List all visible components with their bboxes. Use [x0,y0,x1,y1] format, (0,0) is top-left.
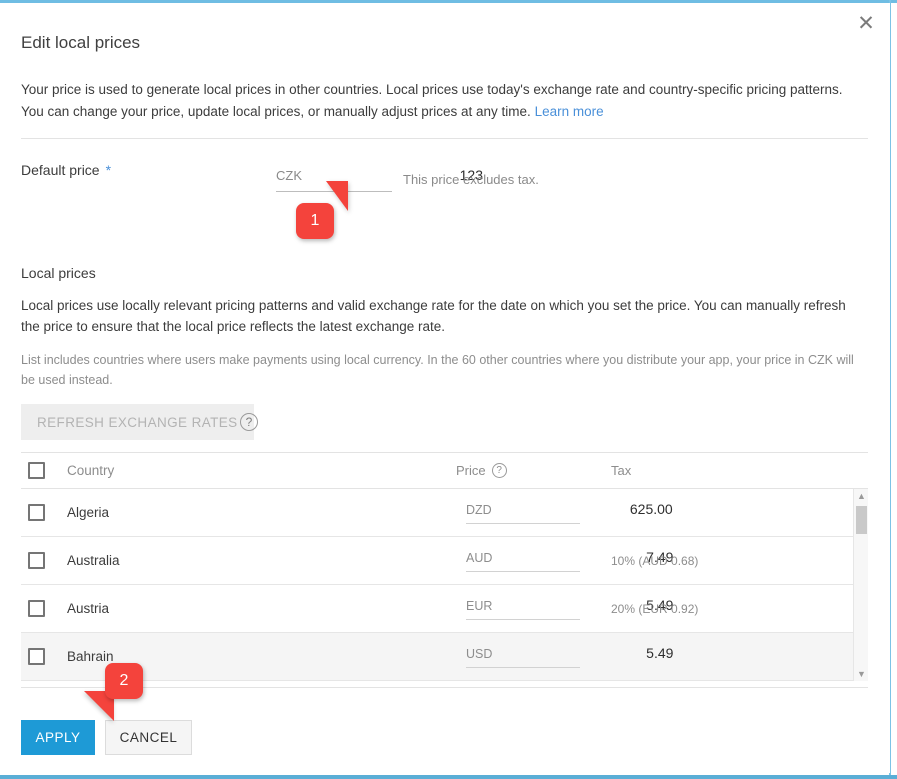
annotation-marker-1: 1 [296,203,334,239]
refresh-exchange-rates-button[interactable]: REFRESH EXCHANGE RATES [21,404,254,440]
row-price-cell: AUD [456,549,603,572]
row-checkbox[interactable] [28,648,45,665]
page-title: Edit local prices [21,33,140,53]
table-row[interactable]: Austria EUR 20% (EUR 0.92) [21,585,868,633]
row-country: Algeria [67,505,456,520]
local-prices-note: List includes countries where users make… [21,350,866,390]
dialog-description: Your price is used to generate local pri… [21,79,863,123]
row-price-input[interactable] [492,501,673,517]
row-country: Bahrain [67,649,456,664]
column-header-price-label: Price [456,463,486,478]
help-icon[interactable]: ? [240,413,258,431]
scroll-up-icon[interactable]: ▲ [856,490,867,502]
dialog-description-text: Your price is used to generate local pri… [21,82,843,119]
row-price-currency: DZD [466,503,492,517]
cancel-button[interactable]: CANCEL [105,720,192,755]
row-price-cell: DZD [456,501,603,524]
close-icon[interactable]: ✕ [852,9,880,37]
row-checkbox[interactable] [28,552,45,569]
default-price-label-text: Default price [21,162,100,178]
scroll-down-icon[interactable]: ▼ [856,668,867,680]
row-price-currency: AUD [466,551,492,565]
local-prices-title: Local prices [21,265,96,281]
local-prices-description: Local prices use locally relevant pricin… [21,295,866,337]
row-price-field[interactable]: DZD [466,501,580,524]
row-tax: 20% (EUR 0.92) [603,602,868,616]
default-price-label: Default price * [21,162,111,178]
divider [21,138,868,139]
row-price-cell: USD [456,645,603,668]
row-checkbox-cell [21,552,67,569]
row-price-currency: USD [466,647,492,661]
table-row[interactable]: Bahrain USD [21,633,868,681]
row-tax: 10% (AUD 0.68) [603,554,868,568]
edit-local-prices-dialog: ✕ Edit local prices Your price is used t… [0,3,890,773]
row-price-input[interactable] [492,645,673,661]
row-country: Australia [67,553,456,568]
table-header-row: Country Price ? Tax [21,452,868,489]
row-price-field[interactable]: EUR [466,597,580,620]
row-checkbox-cell [21,648,67,665]
column-header-country: Country [67,463,456,478]
row-checkbox-cell [21,600,67,617]
scrollbar-thumb[interactable] [856,506,867,534]
local-prices-table: Country Price ? Tax Algeria DZD [21,452,868,681]
table-body: Algeria DZD Australia AUD [21,489,868,681]
row-price-cell: EUR [456,597,603,620]
table-row[interactable]: Australia AUD 10% (AUD 0.68) [21,537,868,585]
table-row[interactable]: Algeria DZD [21,489,868,537]
learn-more-link[interactable]: Learn more [535,104,604,119]
window-bottom-border [0,775,897,779]
row-price-field[interactable]: AUD [466,549,580,572]
row-checkbox[interactable] [28,504,45,521]
help-icon[interactable]: ? [492,463,507,478]
select-all-checkbox[interactable] [28,462,45,479]
column-header-price: Price ? [456,463,603,478]
row-price-currency: EUR [466,599,492,613]
default-price-note: This price excludes tax. [403,172,539,187]
annotation-marker-2: 2 [105,663,143,699]
default-price-currency: CZK [276,168,302,183]
scrollbar[interactable]: ▲ ▼ [853,489,868,681]
column-header-tax: Tax [603,463,868,478]
row-price-field[interactable]: USD [466,645,580,668]
select-all-checkbox-cell [21,462,67,479]
row-checkbox[interactable] [28,600,45,617]
row-checkbox-cell [21,504,67,521]
required-asterisk: * [106,162,111,178]
divider [21,687,868,688]
row-country: Austria [67,601,456,616]
apply-button[interactable]: APPLY [21,720,95,755]
